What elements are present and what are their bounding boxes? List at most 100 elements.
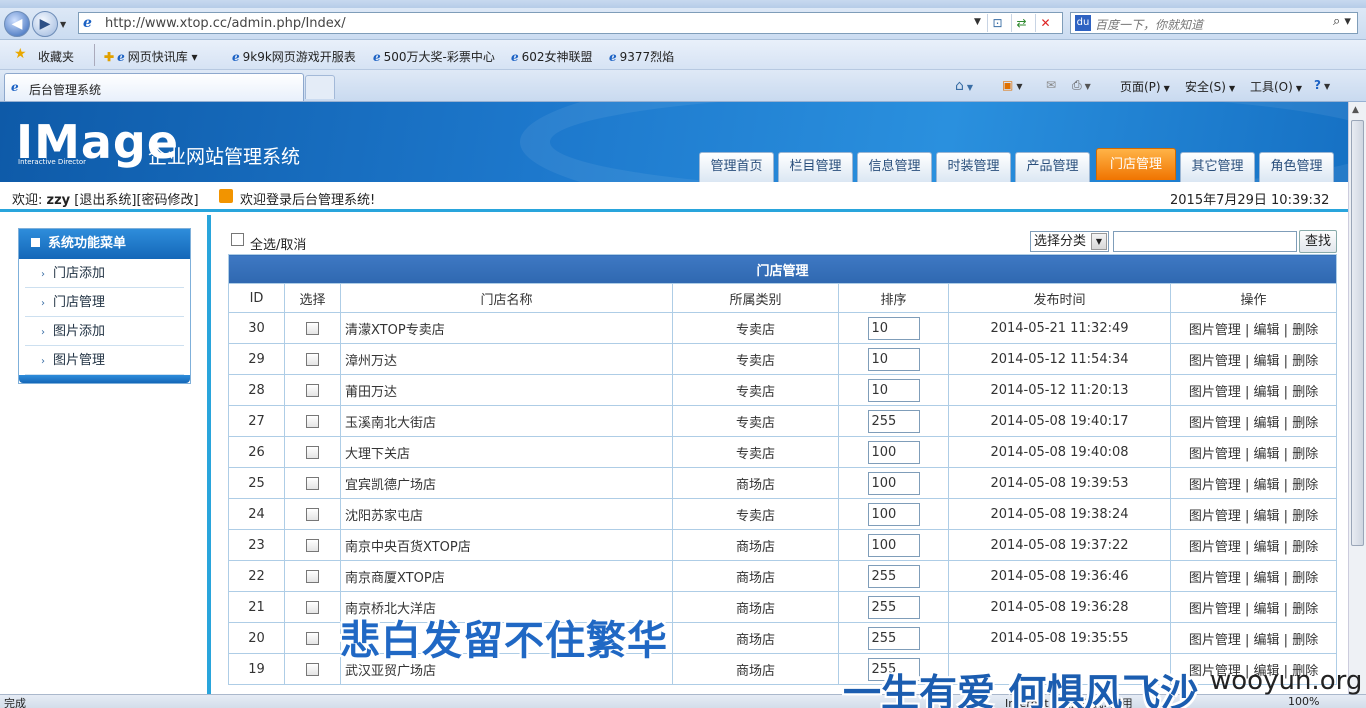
sidebar-item-manage-store[interactable]: › 门店管理 [25,288,184,317]
print-icon[interactable]: ⎙ ▼ [1072,78,1091,93]
mail-icon[interactable]: ✉ [1046,78,1056,92]
delete-link[interactable]: 删除 [1292,416,1318,431]
delete-link[interactable]: 删除 [1292,633,1318,648]
delete-link[interactable]: 删除 [1292,602,1318,617]
safety-menu[interactable]: 安全(S) ▼ [1185,78,1235,95]
row-checkbox[interactable] [306,631,319,645]
delete-link[interactable]: 删除 [1292,447,1318,462]
order-input[interactable]: 100 [867,440,920,464]
change-password-link[interactable]: [密码修改] [136,193,198,208]
image-manage-link[interactable]: 图片管理 [1189,416,1241,431]
delete-link[interactable]: 删除 [1292,385,1318,400]
zoom-level[interactable]: 100% [1288,695,1319,708]
row-checkbox[interactable] [306,352,319,366]
delete-link[interactable]: 删除 [1292,664,1318,679]
nav-tab-stores[interactable]: 门店管理 [1096,148,1176,180]
edit-link[interactable]: 编辑 [1254,478,1280,493]
row-checkbox[interactable] [306,445,319,459]
compat-view-icon[interactable]: ⊡ [987,14,1007,32]
order-input[interactable]: 100 [867,533,920,557]
row-checkbox[interactable] [306,383,319,397]
order-input[interactable]: 10 [867,347,920,371]
order-input[interactable]: 10 [867,316,920,340]
order-input[interactable]: 255 [867,626,920,650]
order-input[interactable]: 255 [867,409,920,433]
sidebar-item-add-image[interactable]: › 图片添加 [25,317,184,346]
row-checkbox[interactable] [306,321,319,335]
select-all-checkbox[interactable] [231,233,244,246]
favorites-star-icon[interactable]: ★ [14,46,27,62]
nav-tab-fashion[interactable]: 时装管理 [936,152,1011,182]
fav-item-0[interactable]: ✚ e 网页快讯库 ▾ [104,48,198,65]
url-input[interactable]: e http://www.xtop.cc/admin.php/Index/ ▼ … [78,12,1063,34]
edit-link[interactable]: 编辑 [1254,385,1280,400]
keyword-input[interactable] [1113,231,1297,252]
nav-tab-products[interactable]: 产品管理 [1015,152,1090,182]
order-input[interactable]: 255 [867,595,920,619]
edit-link[interactable]: 编辑 [1254,602,1280,617]
delete-link[interactable]: 删除 [1292,571,1318,586]
edit-link[interactable]: 编辑 [1254,633,1280,648]
edit-link[interactable]: 编辑 [1254,447,1280,462]
tools-menu[interactable]: 工具(O) ▼ [1250,78,1302,95]
history-dropdown-icon[interactable]: ▼ [60,20,66,29]
image-manage-link[interactable]: 图片管理 [1189,540,1241,555]
nav-tab-columns[interactable]: 栏目管理 [778,152,853,182]
row-checkbox[interactable] [306,414,319,428]
row-checkbox[interactable] [306,476,319,490]
fav-item-1[interactable]: e 9k9k网页游戏开服表 [232,48,356,65]
forward-button[interactable]: ▶ [32,11,58,37]
scroll-up-icon[interactable]: ▲ [1352,105,1359,115]
search-input[interactable]: du 百度一下，你就知道 ⌕ ▾ [1070,12,1358,34]
image-manage-link[interactable]: 图片管理 [1189,354,1241,369]
edit-link[interactable]: 编辑 [1254,354,1280,369]
edit-link[interactable]: 编辑 [1254,323,1280,338]
stop-icon[interactable]: ✕ [1035,14,1055,32]
scrollbar-thumb[interactable] [1351,120,1364,546]
image-manage-link[interactable]: 图片管理 [1189,509,1241,524]
new-tab-button[interactable] [305,75,335,99]
delete-link[interactable]: 删除 [1292,540,1318,555]
sidebar-item-add-store[interactable]: › 门店添加 [25,259,184,288]
image-manage-link[interactable]: 图片管理 [1189,385,1241,400]
image-manage-link[interactable]: 图片管理 [1189,664,1241,679]
back-button[interactable]: ◀ [4,11,30,37]
refresh-icon[interactable]: ⇄ [1011,14,1031,32]
page-scrollbar[interactable]: ▲ [1348,102,1366,694]
home-icon[interactable]: ⌂ ▼ [955,78,973,94]
delete-link[interactable]: 删除 [1292,509,1318,524]
image-manage-link[interactable]: 图片管理 [1189,323,1241,338]
order-input[interactable]: 100 [867,502,920,526]
nav-tab-roles[interactable]: 角色管理 [1259,152,1334,182]
image-manage-link[interactable]: 图片管理 [1189,633,1241,648]
delete-link[interactable]: 删除 [1292,323,1318,338]
row-checkbox[interactable] [306,507,319,521]
edit-link[interactable]: 编辑 [1254,540,1280,555]
image-manage-link[interactable]: 图片管理 [1189,478,1241,493]
row-checkbox[interactable] [306,662,319,676]
search-button[interactable]: 查找 [1299,230,1337,253]
browser-tab[interactable]: e 后台管理系统 [4,73,304,101]
row-checkbox[interactable] [306,600,319,614]
category-select[interactable]: 选择分类 ▼ [1030,231,1109,252]
delete-link[interactable]: 删除 [1292,354,1318,369]
rss-icon[interactable]: ▣ ▼ [1002,78,1023,92]
order-input[interactable]: 255 [867,657,920,681]
edit-link[interactable]: 编辑 [1254,664,1280,679]
help-icon[interactable]: ? ▼ [1314,78,1330,92]
sidebar-item-manage-image[interactable]: › 图片管理 [25,346,184,375]
image-manage-link[interactable]: 图片管理 [1189,447,1241,462]
edit-link[interactable]: 编辑 [1254,416,1280,431]
fav-item-4[interactable]: e 9377烈焰 [609,48,674,65]
order-input[interactable]: 255 [867,564,920,588]
nav-tab-other[interactable]: 其它管理 [1180,152,1255,182]
url-dropdown-icon[interactable]: ▼ [974,17,981,27]
search-go-icon[interactable]: ⌕ ▾ [1333,14,1351,29]
delete-link[interactable]: 删除 [1292,478,1318,493]
image-manage-link[interactable]: 图片管理 [1189,602,1241,617]
fav-item-2[interactable]: e 500万大奖-彩票中心 [373,48,495,65]
edit-link[interactable]: 编辑 [1254,509,1280,524]
logout-link[interactable]: [退出系统] [74,193,136,208]
order-input[interactable]: 100 [867,471,920,495]
nav-tab-home[interactable]: 管理首页 [699,152,774,182]
